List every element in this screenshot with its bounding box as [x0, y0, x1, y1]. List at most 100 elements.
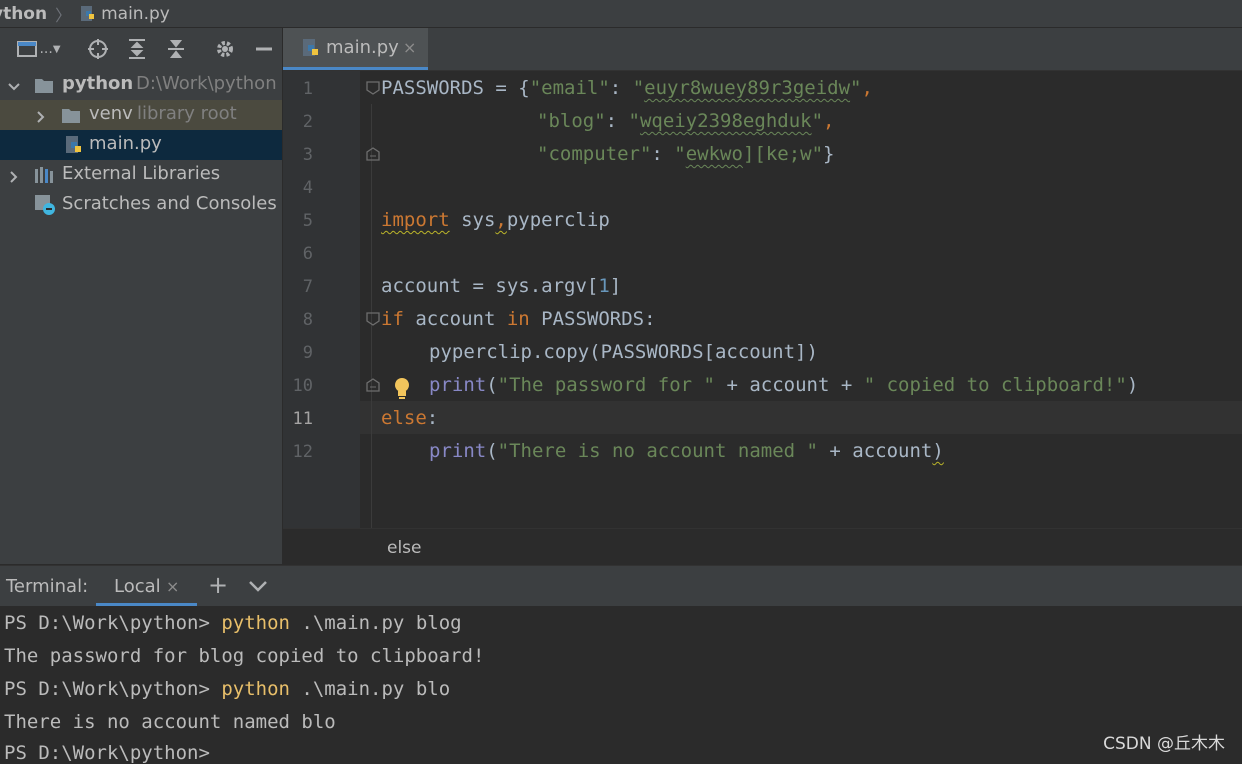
- terminal-tab-label: Local: [114, 576, 161, 597]
- locate-file-button[interactable]: [86, 37, 110, 61]
- line-number: 9: [302, 343, 313, 363]
- code-string-typo: ewkwo: [685, 143, 743, 165]
- line-number: 6: [302, 244, 313, 264]
- code-token: pyperclip: [506, 209, 610, 231]
- code-string: "The password for ": [497, 374, 715, 396]
- chevron-right-icon[interactable]: [34, 108, 48, 123]
- code-line-5[interactable]: import sys,pyperclip: [381, 209, 610, 231]
- code-token: (: [486, 440, 498, 462]
- line-number: 8: [302, 310, 313, 330]
- code-keyword: import: [381, 209, 450, 231]
- editor-breadcrumb-item[interactable]: else: [387, 538, 422, 558]
- code-number: 1: [598, 275, 610, 297]
- tree-item-label: Scratches and Consoles: [62, 193, 277, 214]
- code-line-8[interactable]: if account in PASSWORDS:: [381, 308, 656, 330]
- terminal-prompt: PS D:\Work\python>: [4, 678, 222, 700]
- folder-icon: [34, 76, 54, 94]
- code-line-3[interactable]: "computer": "ewkwo][ke;w"}: [537, 143, 834, 165]
- chevron-right-icon[interactable]: [7, 168, 21, 183]
- code-line-11[interactable]: else:: [381, 407, 438, 429]
- terminal-prompt: PS D:\Work\python>: [4, 612, 222, 634]
- terminal-output[interactable]: PS D:\Work\python> python .\main.py blog…: [0, 606, 1242, 764]
- fold-start-icon[interactable]: [366, 312, 380, 326]
- collapse-all-icon: [168, 40, 184, 58]
- code-line-7[interactable]: account = sys.argv[1]: [381, 275, 621, 297]
- code-line-10[interactable]: print("The password for " + account + " …: [429, 374, 1138, 396]
- collapse-all-button[interactable]: [164, 37, 188, 61]
- breadcrumb-file[interactable]: main.py: [101, 4, 170, 24]
- code-string: ": [674, 143, 686, 165]
- library-icon: [34, 166, 54, 184]
- chevron-down-icon: ▼: [52, 43, 61, 55]
- code-string: "email": [529, 77, 610, 99]
- settings-button[interactable]: [213, 37, 237, 61]
- terminal-line: There is no account named blo: [4, 711, 336, 733]
- add-terminal-button[interactable]: +: [208, 571, 228, 599]
- current-line-highlight: [360, 401, 1242, 434]
- code-comma: ,: [495, 209, 507, 231]
- code-brace: }: [823, 143, 835, 165]
- python-file-icon: [303, 39, 318, 56]
- code-token: + account: [817, 440, 933, 462]
- tree-item-external-libraries[interactable]: External Libraries: [0, 160, 282, 190]
- fold-start-icon[interactable]: [366, 81, 380, 95]
- terminal-line: The password for blog copied to clipboar…: [4, 645, 485, 667]
- expand-all-icon: [129, 39, 145, 59]
- line-number: 2: [302, 112, 313, 132]
- target-icon: [88, 39, 108, 59]
- code-token: :: [426, 407, 439, 429]
- terminal-command: python: [221, 612, 290, 634]
- python-file-icon: [64, 135, 84, 153]
- code-string: " copied to clipboard!": [863, 374, 1127, 396]
- tree-item-path: D:\Work\python: [136, 73, 277, 94]
- tree-item-scratches[interactable]: Scratches and Consoles: [0, 190, 282, 220]
- code-string: ": [632, 77, 645, 99]
- tree-item-venv[interactable]: venv library root: [0, 100, 282, 130]
- project-tool-window: ... ▼ python D:\Work\python venv library…: [0, 28, 282, 564]
- code-line-9[interactable]: pyperclip.copy(PASSWORDS[account]): [429, 341, 818, 363]
- breadcrumb-project[interactable]: ython: [0, 4, 47, 24]
- line-number: 4: [302, 178, 313, 198]
- code-token: ): [932, 440, 944, 462]
- line-number-current: 11: [292, 409, 313, 429]
- project-toolbar: ... ▼: [0, 28, 282, 70]
- chevron-down-icon[interactable]: [248, 578, 268, 594]
- close-icon[interactable]: ×: [403, 38, 416, 57]
- chevron-down-icon[interactable]: [7, 78, 21, 92]
- lightbulb-icon[interactable]: [392, 376, 412, 400]
- expand-all-button[interactable]: [125, 37, 149, 61]
- fold-end-icon[interactable]: [366, 147, 380, 161]
- code-token: :: [609, 77, 633, 99]
- minimize-icon: [256, 47, 272, 51]
- watermark: CSDN @丘木木: [1103, 734, 1225, 754]
- breadcrumb-separator-icon: 〉: [55, 5, 72, 25]
- tab-main-py[interactable]: main.py ×: [283, 28, 428, 70]
- project-view-dropdown[interactable]: ... ▼: [16, 37, 62, 61]
- code-token: account: [403, 308, 507, 330]
- tree-item-label: main.py: [89, 133, 162, 154]
- close-icon[interactable]: ×: [166, 577, 179, 596]
- terminal-tab-local[interactable]: Local ×: [96, 566, 197, 606]
- python-file-icon: [81, 5, 95, 21]
- tree-item-python[interactable]: python D:\Work\python: [0, 70, 282, 100]
- fold-end-icon[interactable]: [366, 378, 380, 392]
- tree-item-main-py[interactable]: main.py: [0, 130, 282, 160]
- project-view-label: ...: [39, 41, 53, 57]
- code-token: ): [1126, 374, 1139, 396]
- code-comma: ,: [861, 77, 873, 99]
- code-comma: ,: [823, 110, 835, 132]
- code-line-12[interactable]: print("There is no account named " + acc…: [429, 440, 944, 462]
- hide-panel-button[interactable]: [252, 37, 276, 61]
- terminal-args: .\main.py blog: [289, 612, 462, 634]
- code-builtin: print: [429, 440, 487, 462]
- line-number: 3: [302, 145, 313, 165]
- code-string: "computer": [537, 143, 652, 165]
- code-token: account = sys.argv[: [381, 275, 599, 297]
- folder-icon: [61, 106, 81, 124]
- code-line-2[interactable]: "blog": "wqeiy2398eghduk",: [537, 110, 834, 132]
- code-string: "There is no account named ": [497, 440, 818, 462]
- code-keyword: else: [381, 407, 427, 429]
- editor-tab-bar: main.py ×: [283, 28, 1242, 71]
- terminal-line: PS D:\Work\python>: [4, 742, 210, 764]
- code-line-1[interactable]: PASSWORDS = {"email": "euyr8wuey89r3geid…: [381, 77, 873, 99]
